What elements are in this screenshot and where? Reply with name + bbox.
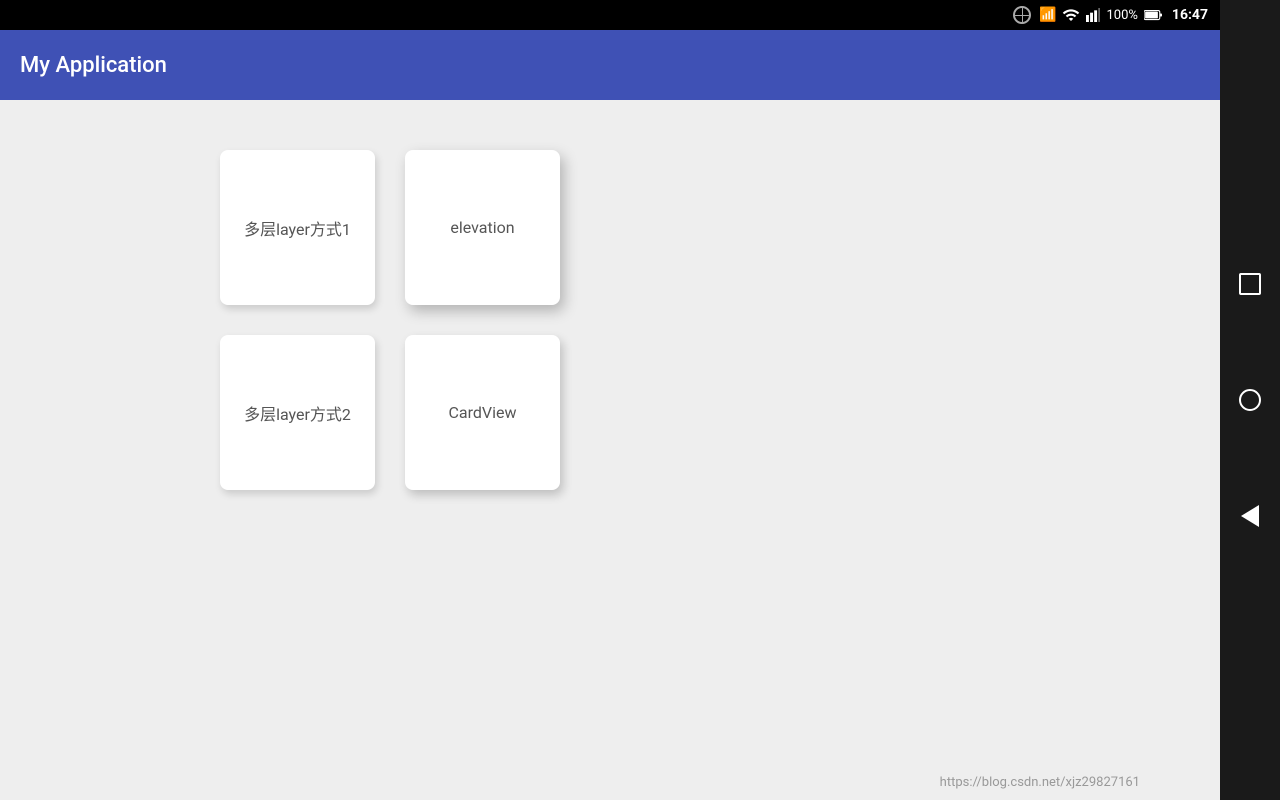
watermark: https://blog.csdn.net/xjz29827161 bbox=[940, 775, 1140, 790]
status-icons: 📶 100% 16:47 bbox=[1039, 6, 1208, 24]
card-cardview[interactable]: CardView bbox=[405, 335, 560, 490]
app-bar-title: My Application bbox=[20, 53, 167, 78]
wifi-icon bbox=[1062, 6, 1080, 24]
back-icon bbox=[1241, 505, 1259, 527]
card-layer-2-label: 多层layer方式2 bbox=[234, 391, 361, 435]
card-layer-2[interactable]: 多层layer方式2 bbox=[220, 335, 375, 490]
card-cardview-label: CardView bbox=[439, 393, 527, 432]
nav-back-button[interactable] bbox=[1232, 498, 1268, 534]
signal-icon bbox=[1086, 6, 1100, 24]
globe-icon bbox=[1013, 6, 1031, 24]
android-screen: 📶 100% 16:47 My Application bbox=[0, 0, 1220, 800]
status-time: 16:47 bbox=[1172, 7, 1208, 23]
card-layer-1-label: 多层layer方式1 bbox=[234, 206, 361, 250]
battery-text: 100% bbox=[1106, 8, 1137, 23]
battery-icon bbox=[1144, 9, 1162, 21]
cards-grid: 多层layer方式1 elevation 多层layer方式2 CardView bbox=[0, 100, 560, 490]
nav-circle-button[interactable] bbox=[1232, 382, 1268, 418]
square-icon bbox=[1239, 273, 1261, 295]
content-area: 多层layer方式1 elevation 多层layer方式2 CardView… bbox=[0, 100, 1220, 800]
app-bar: My Application bbox=[0, 30, 1220, 100]
nav-square-button[interactable] bbox=[1232, 266, 1268, 302]
card-elevation[interactable]: elevation bbox=[405, 150, 560, 305]
nav-bar bbox=[1220, 0, 1280, 800]
card-layer-1[interactable]: 多层layer方式1 bbox=[220, 150, 375, 305]
circle-icon bbox=[1239, 389, 1261, 411]
status-bar: 📶 100% 16:47 bbox=[0, 0, 1220, 30]
bluetooth-icon: 📶 bbox=[1039, 7, 1056, 23]
card-elevation-label: elevation bbox=[440, 208, 524, 247]
